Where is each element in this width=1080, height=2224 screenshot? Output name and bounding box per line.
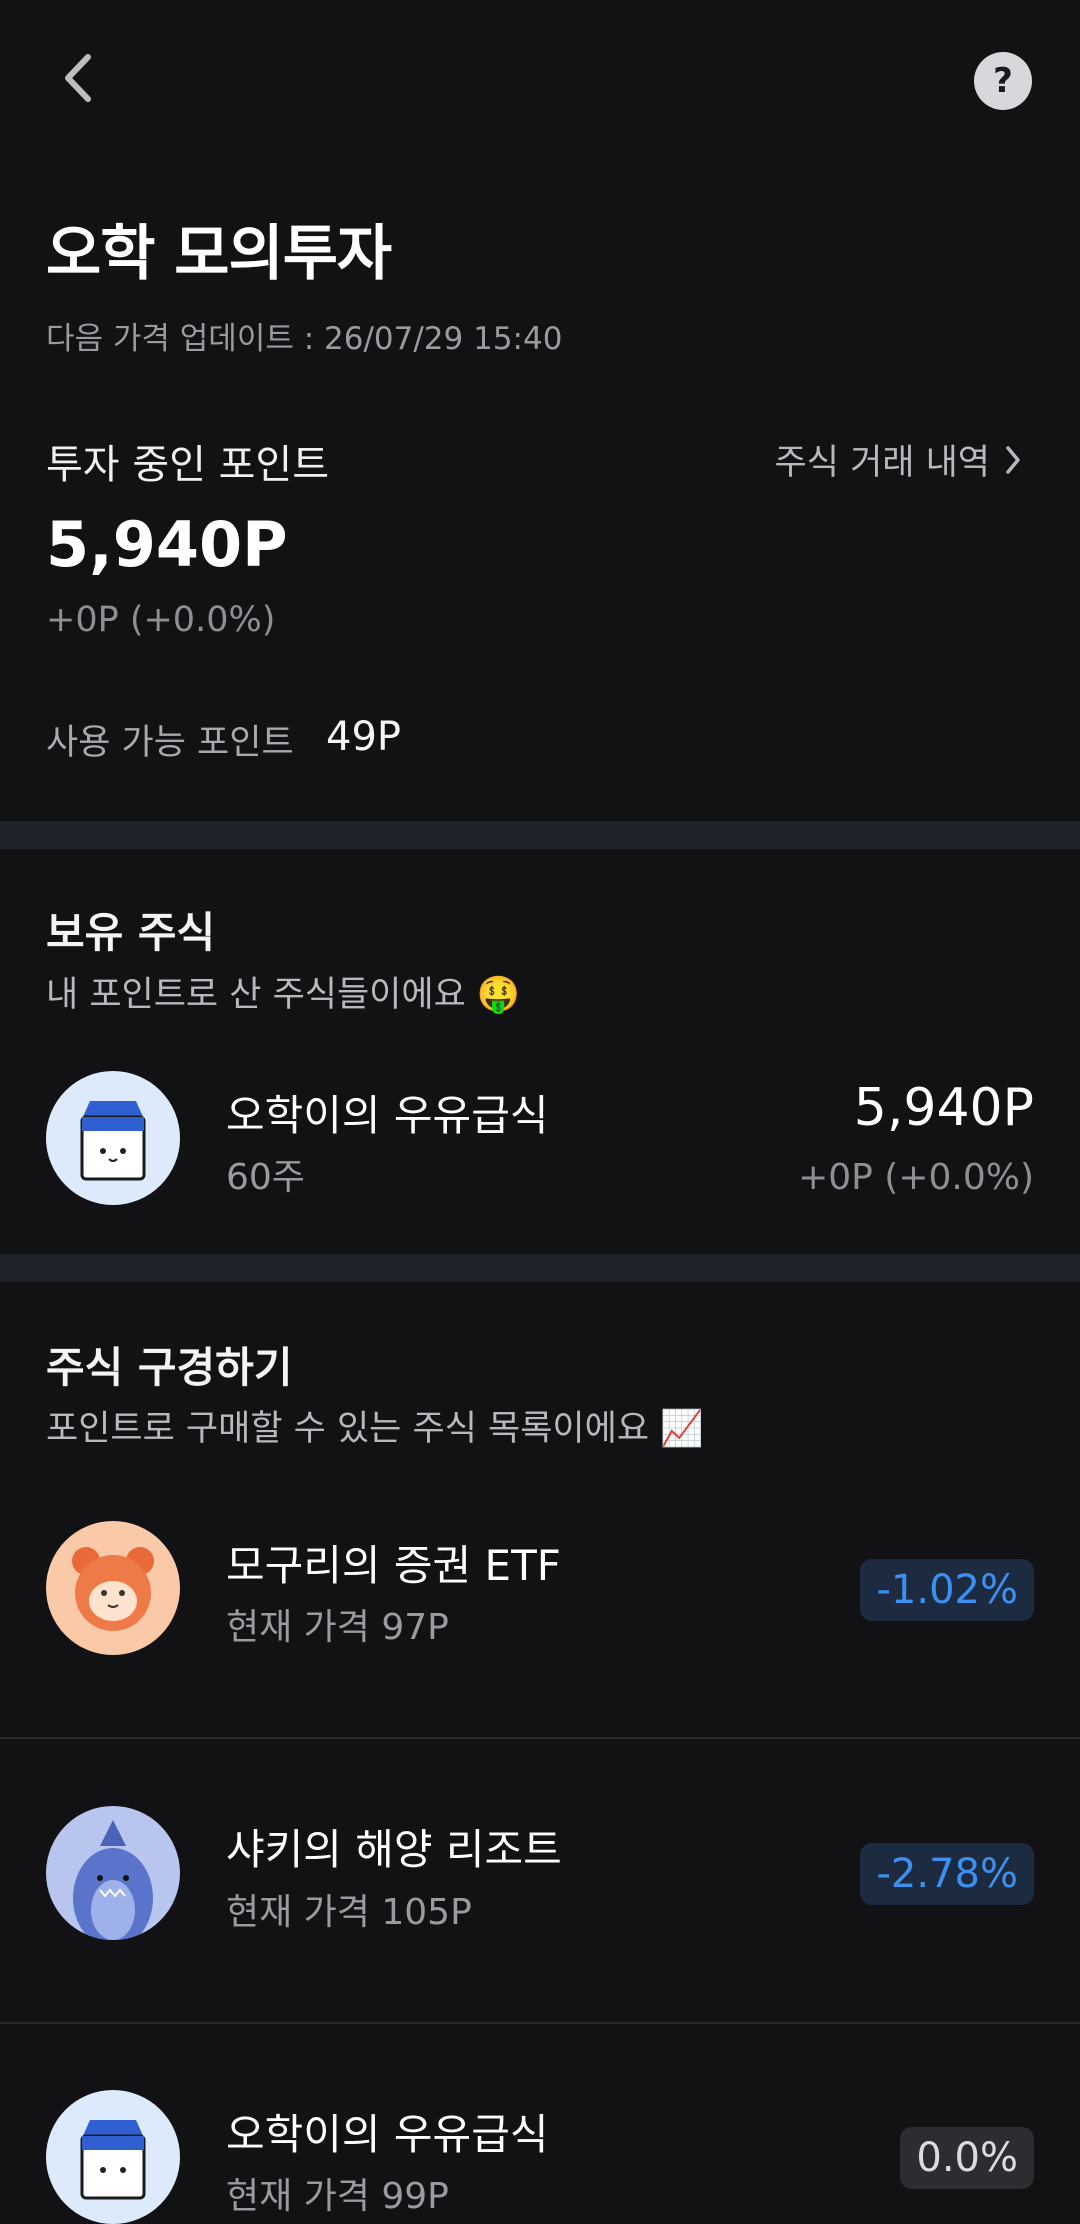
question-icon: ? [993, 61, 1013, 101]
stock-price: 현재 가격 97P [226, 1607, 449, 1648]
section-divider [0, 821, 1080, 849]
change-badge: -1.02% [860, 1559, 1034, 1621]
available-points-label: 사용 가능 포인트 [46, 723, 294, 763]
holdings-subtitle: 내 포인트로 산 주식들이에요 🤑 [46, 975, 521, 1015]
holding-change: +0P (+0.0%) [798, 1157, 1034, 1198]
holding-name: 오학이의 우유급식 [226, 1091, 549, 1140]
stock-name: 샤키의 해양 리조트 [226, 1825, 562, 1874]
milk-carton-icon [46, 1071, 180, 1205]
shark-icon [46, 1806, 180, 1940]
change-badge: 0.0% [900, 2127, 1034, 2189]
browse-title: 주식 구경하기 [46, 1343, 293, 1392]
trade-history-label: 주식 거래 내역 [774, 443, 990, 483]
change-badge: -2.78% [860, 1843, 1034, 1905]
browse-subtitle: 포인트로 구매할 수 있는 주식 목록이에요 📈 [46, 1409, 704, 1449]
holdings-title: 보유 주식 [46, 908, 216, 957]
available-points-value: 49P [326, 714, 402, 760]
raccoon-icon [46, 1521, 180, 1655]
stock-price: 현재 가격 99P [226, 2176, 449, 2217]
page-title: 오학 모의투자 [46, 219, 392, 289]
back-button[interactable] [46, 46, 110, 110]
stock-name: 오학이의 우유급식 [226, 2110, 549, 2159]
trade-history-link[interactable]: 주식 거래 내역 [775, 434, 1022, 485]
chevron-right-icon [1006, 445, 1020, 474]
chevron-left-icon [65, 54, 91, 102]
stock-price: 현재 가격 105P [226, 1892, 472, 1933]
milk-carton-icon [46, 2090, 180, 2224]
row-divider [0, 1737, 1080, 1739]
help-button[interactable]: ? [974, 52, 1032, 110]
top-bar: ? [0, 0, 1080, 160]
investing-points-change: +0P (+0.0%) [46, 600, 276, 640]
investing-points-value: 5,940P [46, 508, 288, 581]
stock-name: 모구리의 증권 ETF [226, 1541, 561, 1590]
investing-points-label: 투자 중인 포인트 [46, 442, 330, 488]
section-divider [0, 1254, 1080, 1282]
holding-shares: 60주 [226, 1157, 305, 1198]
holding-value: 5,940P [853, 1078, 1034, 1138]
row-divider [0, 2022, 1080, 2024]
price-update-text: 다음 가격 업데이트 : 26/07/29 15:40 [46, 321, 563, 357]
